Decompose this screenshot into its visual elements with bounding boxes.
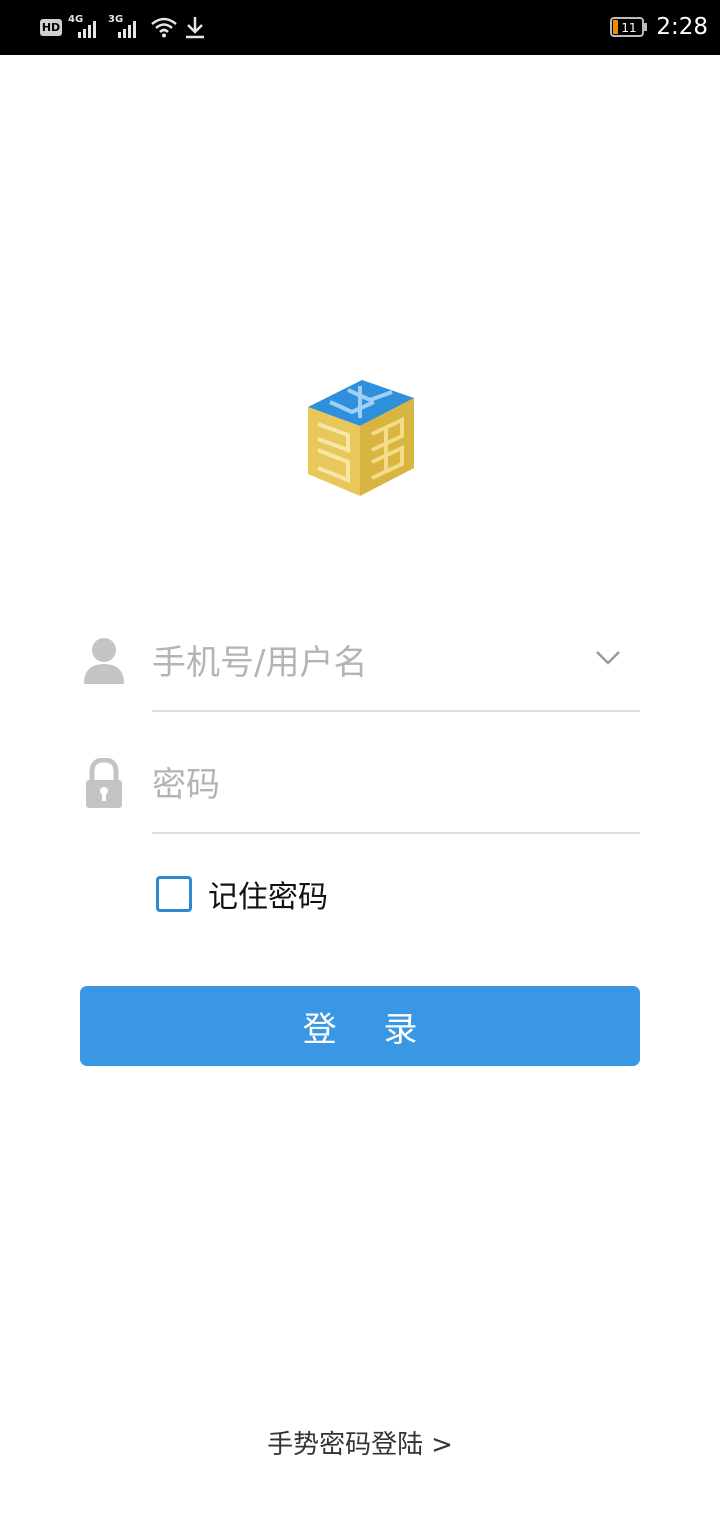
chevron-down-icon[interactable] — [594, 648, 622, 668]
username-input[interactable] — [152, 638, 572, 688]
lock-icon — [86, 758, 122, 808]
battery-icon: 11 — [610, 17, 648, 37]
login-screen: HD 4G 3G 11 2:28 手机号/用户名 记住密码 登 录 手势密码登陆… — [0, 0, 720, 1520]
remember-checkbox[interactable] — [156, 876, 192, 912]
app-logo — [308, 380, 414, 496]
remember-password[interactable]: 记住密码 — [156, 874, 328, 915]
status-bar: HD 4G 3G 11 2:28 — [0, 0, 720, 55]
signal-icon: 3G — [108, 14, 144, 40]
gesture-login-label: 手势密码登陆 — [267, 1430, 424, 1460]
status-time: 2:28 — [656, 14, 708, 40]
remember-label: 记住密码 — [208, 880, 328, 915]
username-divider — [152, 710, 640, 712]
chevron-right-icon: > — [431, 1430, 453, 1460]
password-input[interactable] — [152, 760, 572, 810]
download-icon — [186, 17, 204, 39]
password-divider — [152, 832, 640, 834]
status-bar-right: 11 2:28 — [610, 12, 708, 42]
gesture-login-link[interactable]: 手势密码登陆 > — [0, 1424, 720, 1461]
user-icon — [84, 638, 124, 684]
status-bar-left: HD 4G 3G — [40, 12, 206, 42]
login-button[interactable]: 登 录 — [80, 986, 640, 1066]
signal-icon: 4G — [68, 14, 104, 40]
password-row — [80, 742, 640, 834]
username-row — [80, 620, 640, 712]
hd-icon: HD — [40, 18, 62, 36]
wifi-icon — [151, 17, 177, 38]
battery-level: 11 — [622, 21, 637, 35]
